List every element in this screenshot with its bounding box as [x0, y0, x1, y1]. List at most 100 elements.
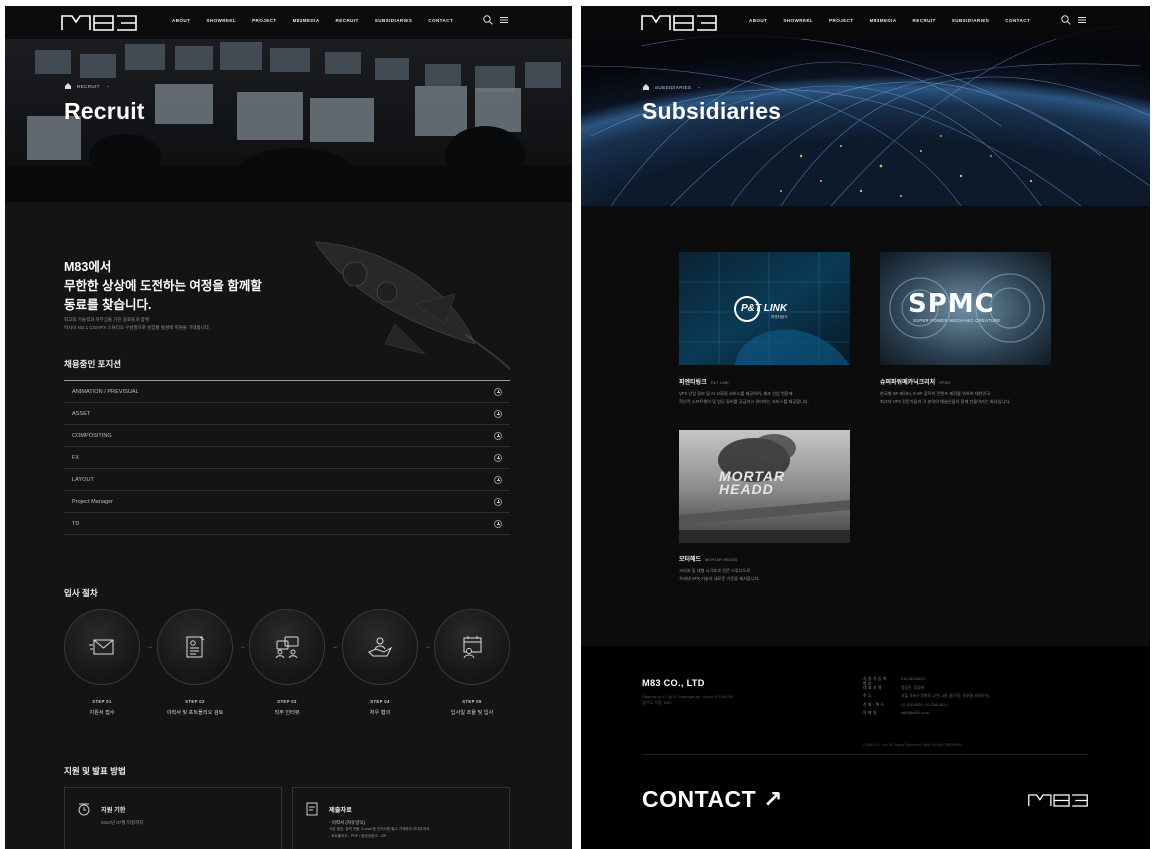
- step-circle: [342, 609, 418, 685]
- intro-headline: M83에서 무한한 상상에 도전하는 여정을 함께할 동료를 찾습니다.: [64, 258, 262, 315]
- nav-showreel[interactable]: SHOWREEL: [783, 18, 813, 23]
- nav-m83media[interactable]: M83MEDIA: [870, 18, 897, 23]
- box-title: 제출자료: [329, 807, 352, 814]
- footer-info-row: 대표자명 정성진, 정성현: [863, 686, 989, 695]
- plus-icon[interactable]: [494, 453, 502, 462]
- header-bar: ABOUT SHOWREEL PROJECT M83MEDIA RECRUIT …: [5, 6, 572, 39]
- box-desc-line: 사본 증빙, 경력 연봉, E-mail 등 인적사항 필수 기재하여 보내주세…: [329, 827, 431, 831]
- nav-project[interactable]: PROJECT: [252, 18, 277, 23]
- breadcrumb: RECRUIT ⌄: [65, 83, 110, 89]
- plus-icon[interactable]: [494, 475, 502, 484]
- intro-desc-line-2: 아시아 NO.1 CG/VFX 스튜디오 우성할으로 성장할 탈성에 지원을 기…: [64, 325, 211, 330]
- page-title: Subsidiaries: [642, 98, 782, 124]
- rocket-illustration: [314, 241, 511, 370]
- position-item[interactable]: TD: [64, 513, 510, 535]
- nav-recruit[interactable]: RECRUIT: [336, 18, 359, 23]
- resume-icon: [186, 636, 205, 658]
- menu-icon[interactable]: [499, 15, 509, 25]
- nav-project[interactable]: PROJECT: [829, 18, 854, 23]
- info-value: 02-318-0529 / 02-318-0521: [901, 702, 948, 707]
- chevron-down-icon[interactable]: ⌄: [106, 83, 110, 89]
- nav-contact[interactable]: CONTACT: [1005, 18, 1030, 23]
- card-image-spmc[interactable]: SPMC SUPER POWER MECHANIC CREATURE: [880, 252, 1051, 365]
- card-desc-line: 차세대 VFX 기술의 새로운 기준을 제시합니다.: [679, 576, 760, 581]
- breadcrumb: SUBSIDIARIES ⌄: [643, 84, 701, 90]
- card-image-pt-link[interactable]: P&T LINK 피엔티링크: [679, 252, 850, 365]
- box-title: 지원 기한: [101, 807, 126, 814]
- arrow-right-icon: →: [425, 644, 431, 650]
- card-title: 피엔티링크 P&T LINK: [679, 377, 729, 386]
- header-bar: ABOUT SHOWREEL PROJECT M83MEDIA RECRUIT …: [581, 6, 1150, 39]
- nav-subsidiaries[interactable]: SUBSIDIARIES: [952, 18, 989, 23]
- chevron-down-icon[interactable]: ⌄: [697, 84, 701, 90]
- position-item[interactable]: Project Manager: [64, 491, 510, 513]
- footer-copyright: © M83 Co., Ltd. All Rights Reserved. Web…: [863, 743, 962, 747]
- nav-showreel[interactable]: SHOWREEL: [206, 18, 236, 23]
- spmc-logo-text: SPMC: [908, 289, 995, 319]
- plus-icon[interactable]: [494, 497, 502, 506]
- m83-logo[interactable]: [61, 15, 137, 31]
- document-icon: [306, 802, 318, 816]
- home-icon[interactable]: [65, 83, 71, 89]
- plus-icon[interactable]: [494, 409, 502, 418]
- breadcrumb-current[interactable]: SUBSIDIARIES: [655, 85, 691, 90]
- nav-subsidiaries[interactable]: SUBSIDIARIES: [375, 18, 412, 23]
- card-name: 슈퍼파워메카닉크리처: [880, 380, 936, 386]
- nav-about[interactable]: ABOUT: [172, 18, 190, 23]
- position-item[interactable]: LAYOUT: [64, 469, 510, 491]
- step-number: STEP 04: [370, 699, 390, 704]
- process-title: 입사 절차: [64, 588, 98, 598]
- intro-line-2: 무한한 상상에 도전하는 여정을 함께할: [64, 279, 262, 293]
- box-desc: 2024년 07월 미정까지: [101, 819, 143, 826]
- footer-m83-logo[interactable]: [1028, 794, 1088, 807]
- card-title: 슈퍼파워메카닉크리처 SPMC: [880, 377, 951, 386]
- position-item[interactable]: COMPOSITING: [64, 425, 510, 447]
- plus-icon[interactable]: [494, 519, 502, 528]
- arrow-right-icon: →: [147, 644, 153, 650]
- header-icons: [1061, 15, 1087, 25]
- step-circle: [249, 609, 325, 685]
- arrow-right-icon: →: [240, 644, 246, 650]
- position-label: ANIMATION / PREVISUAL: [72, 388, 139, 395]
- position-label: ASSET: [72, 410, 91, 417]
- contact-link[interactable]: CONTACT ↗: [642, 786, 783, 813]
- card-desc-line: 크리처 및 대형 시각효과 전문 스튜디오로: [679, 568, 751, 573]
- info-value[interactable]: m83@m83.co.kr: [901, 711, 929, 720]
- interview-icon: [275, 636, 299, 659]
- search-icon[interactable]: [483, 15, 493, 25]
- mortar-headd-logo-text: MORTAR HEADD: [719, 468, 786, 497]
- nav-contact[interactable]: CONTACT: [428, 18, 453, 23]
- nav-about[interactable]: ABOUT: [749, 18, 767, 23]
- home-icon[interactable]: [643, 84, 649, 90]
- position-item[interactable]: FX: [64, 447, 510, 469]
- info-value: 210-86-05623: [901, 677, 925, 681]
- info-value: 서울 가회구 청화로 17번, 4층 (중곡동, 유포셀 사회유치): [901, 694, 990, 699]
- box-desc-line: - 포트폴리오 - PDF / 동영상링크 - ZIP: [329, 834, 387, 838]
- position-label: COMPOSITING: [72, 432, 112, 439]
- subsidiaries-page: SUBSIDIARIES ⌄ Subsidiaries ABOUT SHOWRE…: [581, 6, 1150, 849]
- card-desc: VFX 산업 정보 및 AI 고화질 서비스를 제공하며, 제조 산업 현장에 …: [679, 390, 809, 406]
- card-subname: SPMC: [939, 381, 951, 385]
- plus-icon[interactable]: [494, 387, 502, 396]
- position-item[interactable]: ANIMATION / PREVISUAL: [64, 381, 510, 403]
- footer-info-row: 전화/팩스 02-318-0529 / 02-318-0521: [863, 703, 989, 712]
- plus-icon[interactable]: [494, 431, 502, 440]
- info-value: 정성진, 정성현: [901, 685, 925, 690]
- nav-recruit[interactable]: RECRUIT: [913, 18, 936, 23]
- step-3: STEP 03 직무 인터뷰: [249, 609, 325, 716]
- handshake-icon: [368, 637, 393, 657]
- menu-icon[interactable]: [1077, 15, 1087, 25]
- position-item[interactable]: ASSET: [64, 403, 510, 425]
- hiring-steps: STEP 01 지원서 접수 → STEP 02 이력서 및 포트폴리오 검토 …: [64, 609, 510, 719]
- position-label: FX: [72, 454, 80, 461]
- nav-m83media[interactable]: M83MEDIA: [293, 18, 320, 23]
- search-icon[interactable]: [1061, 15, 1071, 25]
- card-image-mortar-headd[interactable]: MORTAR HEADD: [679, 430, 850, 543]
- envelope-icon: [89, 639, 114, 655]
- card-name: 모터헤드: [679, 557, 702, 563]
- breadcrumb-current[interactable]: RECRUIT: [77, 84, 100, 89]
- footer-address-line: 경기도 가평, M83: [642, 700, 672, 705]
- step-2: STEP 02 이력서 및 포트폴리오 검토: [157, 609, 233, 716]
- footer-info-row: 주소 서울 가회구 청화로 17번, 4층 (중곡동, 유포셀 사회유치): [863, 694, 989, 703]
- m83-logo[interactable]: [641, 15, 717, 31]
